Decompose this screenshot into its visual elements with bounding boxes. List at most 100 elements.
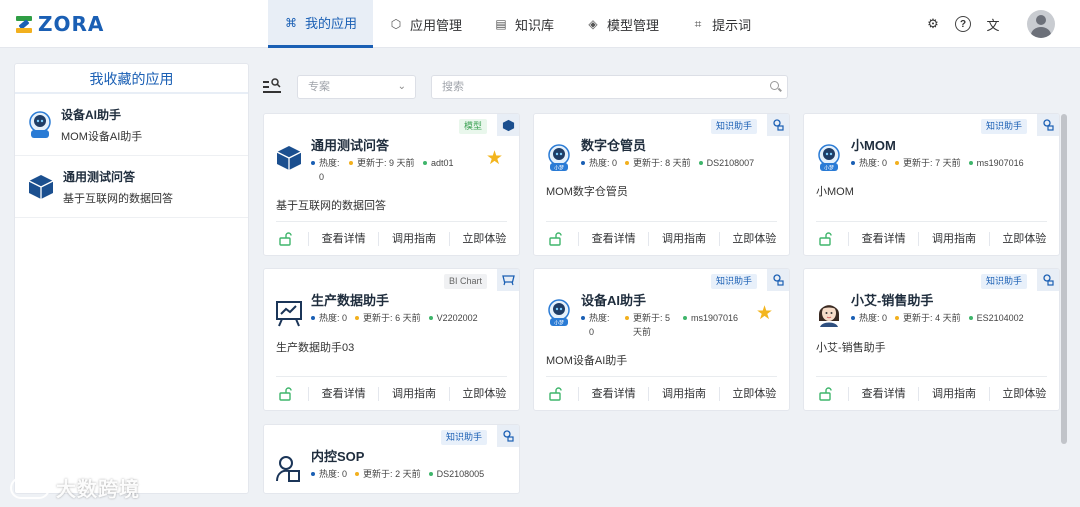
unlock-icon[interactable]: [804, 232, 848, 246]
brand-name: ZORA: [38, 12, 105, 36]
api-guide-button[interactable]: 调用指南: [918, 387, 988, 401]
app-card[interactable]: 模型 通用测试问答 热度: 0 更新于: 9 天前 adt01 ★ 基于互联网的…: [263, 113, 520, 256]
card-meta: 热度: 0 更新于: 8 天前 DS2108007: [581, 156, 762, 170]
prompt-icon: ⌗: [694, 16, 702, 31]
knowledge-type-icon: [497, 425, 519, 447]
settings-icon[interactable]: ⚙: [923, 14, 943, 34]
app-card[interactable]: 知识助手 内控SOP 热度: 0 更新于: 2 天前 DS2108005: [263, 424, 520, 494]
card-tag: 知识助手: [710, 119, 757, 134]
try-now-button[interactable]: 立即体验: [988, 387, 1059, 401]
app-card[interactable]: 知识助手 小梦 小MOM 热度: 0 更新于: 7 天前 ms1907016 小…: [803, 113, 1060, 256]
view-details-button[interactable]: 查看详情: [308, 387, 378, 401]
user-document-icon: [275, 455, 303, 483]
hot-label: 热度:: [589, 313, 610, 323]
user-avatar[interactable]: [1027, 10, 1055, 38]
nav-app-management[interactable]: ⬡ 应用管理: [373, 0, 478, 48]
hot-label: 热度:: [319, 313, 340, 323]
view-details-button[interactable]: 查看详情: [578, 387, 648, 401]
card-title: 小MOM: [851, 138, 896, 153]
try-now-button[interactable]: 立即体验: [718, 232, 789, 246]
unlock-icon[interactable]: [534, 232, 578, 246]
cube-icon: [275, 144, 303, 172]
favorite-star-icon[interactable]: ★: [486, 147, 503, 170]
card-title: 数字仓管员: [581, 138, 647, 153]
avatar-badge: 小梦: [554, 165, 564, 172]
app-code: ms1907016: [976, 158, 1024, 168]
updated-value: 2 天前: [395, 469, 421, 479]
nav-model-management[interactable]: ◈ 模型管理: [570, 0, 675, 48]
watermark-text: 大数跨境: [56, 479, 140, 501]
card-meta: 热度: 0 更新于: 7 天前 ms1907016: [851, 156, 1032, 170]
app-code: adt01: [431, 158, 454, 168]
category-select-placeholder: 专案: [308, 81, 330, 93]
app-code: DS2108007: [706, 158, 755, 168]
cube-icon: [28, 174, 54, 199]
try-now-button[interactable]: 立即体验: [448, 232, 519, 246]
card-desc: MOM数字仓管员: [546, 186, 628, 198]
try-now-button[interactable]: 立即体验: [448, 387, 519, 401]
view-details-button[interactable]: 查看详情: [578, 232, 648, 246]
app-code: V2202002: [436, 313, 478, 323]
card-divider: [546, 376, 777, 377]
favorite-item[interactable]: 设备AI助手 MOM设备AI助手: [15, 94, 248, 156]
api-guide-button[interactable]: 调用指南: [378, 387, 448, 401]
api-guide-button[interactable]: 调用指南: [918, 232, 988, 246]
zora-logo-mark-icon: [14, 14, 34, 34]
card-divider: [276, 221, 507, 222]
card-title: 小艾-销售助手: [851, 293, 934, 308]
translate-icon[interactable]: 文: [983, 14, 1003, 34]
nav-my-apps[interactable]: ⌘ 我的应用: [268, 0, 374, 48]
search-icon[interactable]: [770, 81, 779, 90]
help-icon[interactable]: ?: [955, 16, 971, 32]
api-guide-button[interactable]: 调用指南: [648, 232, 718, 246]
unlock-icon[interactable]: [804, 387, 848, 401]
nav-prompts[interactable]: ⌗ 提示词: [675, 0, 767, 48]
nav-knowledge-base-label: 知识库: [515, 17, 555, 33]
favorite-desc: MOM设备AI助手: [61, 130, 143, 143]
card-meta: 热度: 0 更新于: 5 天前 ms1907016: [581, 311, 746, 339]
app-card[interactable]: BI Chart 生产数据助手 热度: 0 更新于: 6 天前 V2202002…: [263, 268, 520, 411]
avatar-badge: 小梦: [554, 320, 564, 327]
app-card[interactable]: 知识助手 小艾-销售助手 热度: 0 更新于: 4 天前 ES2104002 小…: [803, 268, 1060, 411]
zora-logo[interactable]: ZORA: [14, 12, 104, 36]
card-title: 生产数据助手: [311, 293, 390, 308]
updated-label: 更新于:: [633, 158, 663, 168]
category-select[interactable]: 专案 ⌄: [297, 75, 416, 99]
updated-value: 9 天前: [389, 158, 415, 168]
favorites-title: 我收藏的应用: [15, 64, 248, 94]
hot-value: 0: [882, 313, 888, 323]
app-code: DS2108005: [436, 469, 485, 479]
watermark-logo-icon: [10, 476, 50, 499]
card-desc: 小MOM: [816, 186, 854, 198]
app-card[interactable]: 知识助手 小梦 设备AI助手 热度: 0 更新于: 5 天前 ms1907016…: [533, 268, 790, 411]
view-details-button[interactable]: 查看详情: [848, 387, 918, 401]
api-guide-button[interactable]: 调用指南: [648, 387, 718, 401]
view-details-button[interactable]: 查看详情: [848, 232, 918, 246]
favorite-star-icon[interactable]: ★: [756, 302, 773, 325]
unlock-icon[interactable]: [534, 387, 578, 401]
card-actions: 查看详情 调用指南 立即体验: [264, 228, 519, 250]
favorite-desc: 基于互联网的数据回答: [63, 192, 173, 205]
view-details-button[interactable]: 查看详情: [308, 232, 378, 246]
app-card[interactable]: 知识助手 小梦 数字仓管员 热度: 0 更新于: 8 天前 DS2108007 …: [533, 113, 790, 256]
bi-chart-type-icon: [497, 269, 519, 291]
api-guide-button[interactable]: 调用指南: [378, 232, 448, 246]
nav-prompts-label: 提示词: [712, 17, 752, 33]
unlock-icon[interactable]: [264, 232, 308, 246]
search-input[interactable]: 搜索: [431, 75, 788, 99]
hot-value: 0: [882, 158, 888, 168]
updated-value: 8 天前: [665, 158, 691, 168]
try-now-button[interactable]: 立即体验: [718, 387, 789, 401]
card-tag: 知识助手: [710, 274, 757, 289]
updated-value: 4 天前: [935, 313, 961, 323]
card-title: 内控SOP: [311, 449, 365, 464]
knowledge-type-icon: [1037, 269, 1059, 291]
nav-knowledge-base[interactable]: ▤ 知识库: [478, 0, 570, 48]
unlock-icon[interactable]: [264, 387, 308, 401]
try-now-button[interactable]: 立即体验: [988, 232, 1059, 246]
card-tag: 知识助手: [980, 274, 1027, 289]
scrollbar-thumb[interactable]: [1061, 114, 1067, 444]
favorite-item[interactable]: 通用测试问答 基于互联网的数据回答: [15, 156, 248, 218]
card-tag: BI Chart: [443, 274, 487, 289]
filter-toggle-icon[interactable]: [263, 78, 281, 94]
